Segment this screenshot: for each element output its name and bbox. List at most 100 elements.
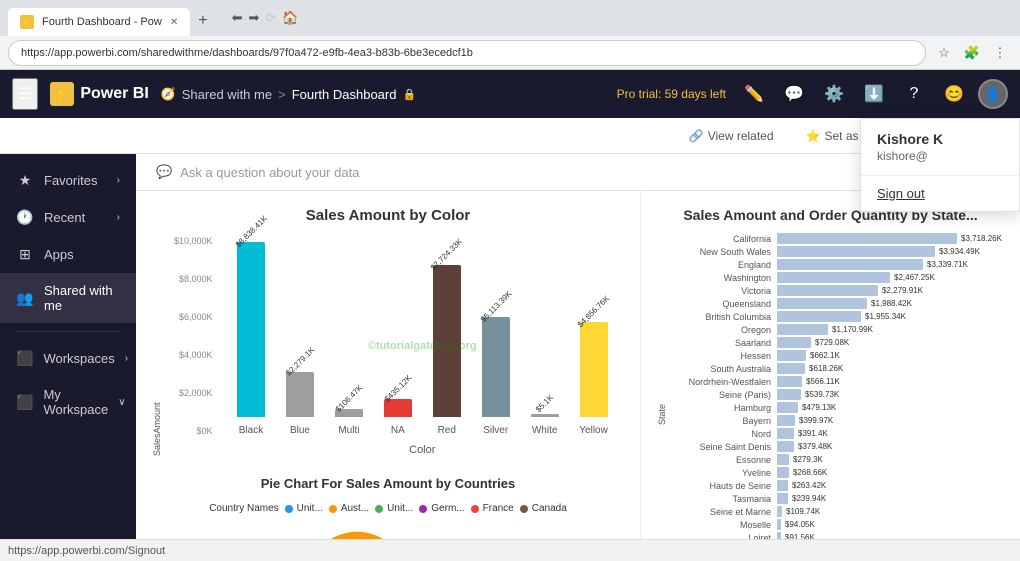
breadcrumb-parent-link[interactable]: Shared with me (182, 87, 272, 102)
sign-out-link[interactable]: Sign out (861, 176, 1019, 211)
hamburger-button[interactable]: ☰ (12, 78, 38, 110)
edit-btn[interactable]: ✏️ (738, 78, 770, 110)
state-value: $391.4K (798, 429, 828, 438)
comment-btn[interactable]: 💬 (778, 78, 810, 110)
pie-chart-svg (288, 522, 428, 539)
state-row: Saarland $729.08K (671, 337, 1004, 348)
state-row: Nord $391.4K (671, 428, 1004, 439)
state-bar-container: $379.48K (777, 441, 1004, 452)
state-value: $239.94K (792, 494, 826, 503)
state-value: $1,170.99K (832, 325, 873, 334)
state-bar-container: $1,988.42K (777, 298, 1004, 309)
sidebar-item-recent[interactable]: 🕐 Recent › (0, 199, 136, 236)
state-sales-bar (777, 467, 789, 478)
state-sales-bar (777, 519, 781, 530)
state-name: South Australia (671, 364, 771, 374)
ask-placeholder[interactable]: Ask a question about your data (180, 165, 359, 180)
active-tab[interactable]: ⚡ Fourth Dashboard - Pow ✕ (8, 8, 190, 36)
sidebar-item-favorites[interactable]: ★ Favorites › (0, 162, 136, 199)
state-bar-container: $399.97K (777, 415, 1004, 426)
state-row: Yveline $268.66K (671, 467, 1004, 478)
pie-area: Canada $1.98M France $2.64M Germany $2.8… (152, 522, 624, 539)
state-value: $539.73K (805, 390, 839, 399)
myworkspace-icon: ⬛ (16, 394, 33, 411)
state-name: Tasmania (671, 494, 771, 504)
tab-close-icon[interactable]: ✕ (170, 17, 178, 28)
bookmark-btn[interactable]: ☆ (932, 41, 956, 65)
state-value: $479.13K (802, 403, 836, 412)
pie-chart-section: Pie Chart For Sales Amount by Countries … (152, 476, 624, 539)
notifications-btn[interactable]: 😊 (938, 78, 970, 110)
state-row: Hamburg $479.13K (671, 402, 1004, 413)
state-value: $3,718.26K (961, 234, 1002, 243)
x-axis-title: Color (221, 444, 624, 456)
breadcrumb-current: Fourth Dashboard (292, 87, 397, 102)
profile-button[interactable]: 👤 (978, 79, 1008, 109)
state-bar-container: $618.26K (777, 363, 1004, 374)
pie-chart-title: Pie Chart For Sales Amount by Countries (152, 476, 624, 491)
bar-col: $435.12K NA (377, 384, 418, 436)
lock-icon: 🔒 (402, 88, 416, 101)
state-name: Oregon (671, 325, 771, 335)
sidebar-divider (16, 331, 120, 332)
recent-chevron: › (117, 212, 120, 223)
help-btn[interactable]: ? (898, 78, 930, 110)
legend-country-names: Country Names (209, 503, 278, 514)
browser-tabs: ⚡ Fourth Dashboard - Pow ✕ + (8, 0, 216, 36)
bar-rect (531, 414, 559, 417)
bar-rect (580, 322, 608, 417)
logo: ⚡ Power BI (50, 82, 148, 106)
state-row: Essonne $279.3K (671, 454, 1004, 465)
workspaces-chevron: › (125, 353, 128, 364)
bar-rect (286, 372, 314, 417)
bar-label: Yellow (579, 425, 608, 436)
bar-chart: $8,838.41K Black $2,279.1K Blue $106.47K… (221, 236, 624, 436)
browser-nav-actions: ☆ 🧩 ⋮ (932, 41, 1012, 65)
y-axis: $10,000K $8,000K $6,000K $4,000K $2,000K… (170, 236, 217, 436)
settings-btn[interactable]: ⋮ (988, 41, 1012, 65)
state-name: Hamburg (671, 403, 771, 413)
state-bar-container: $3,934.49K (777, 246, 1004, 257)
state-sales-bar (777, 389, 801, 400)
sidebar-item-apps[interactable]: ⊞ Apps (0, 236, 136, 273)
download-btn[interactable]: ⬇️ (858, 78, 890, 110)
bar-rect (433, 265, 461, 417)
state-name: Seine (Paris) (671, 390, 771, 400)
browser-navbar: ☆ 🧩 ⋮ (0, 36, 1020, 70)
dashboard-grid: Sales Amount by Color SalesAmount $10,00… (136, 191, 1020, 539)
state-name: Hauts de Seine (671, 481, 771, 491)
shared-label: Shared with me (44, 283, 120, 313)
state-name: Saarland (671, 338, 771, 348)
sidebar-item-myworkspace[interactable]: ⬛ My Workspace ∨ (0, 377, 136, 427)
state-sales-bar (777, 532, 781, 539)
state-bar-container: $1,170.99K (777, 324, 1004, 335)
new-tab-button[interactable]: + (190, 6, 215, 36)
state-value: $1,988.42K (871, 299, 912, 308)
sidebar-item-workspaces[interactable]: ⬛ Workspaces › (0, 340, 136, 377)
state-value: $2,279.91K (882, 286, 923, 295)
featured-icon: ⭐ (806, 129, 821, 143)
bar-label: White (532, 425, 558, 436)
state-bar-container: $539.73K (777, 389, 1004, 400)
state-row: Bayern $399.97K (671, 415, 1004, 426)
bar-label: Silver (483, 425, 508, 436)
settings-icon-btn[interactable]: ⚙️ (818, 78, 850, 110)
bar-col: $5,113.39K Silver (475, 302, 516, 436)
state-sales-bar (777, 493, 788, 504)
state-sales-bar (777, 259, 923, 270)
view-related-btn[interactable]: 🔗 View related (681, 125, 782, 147)
state-value: $2,467.25K (894, 273, 935, 282)
state-name: Queensland (671, 299, 771, 309)
pie-legend: Country Names Unit... Aust... (152, 503, 624, 514)
breadcrumb-separator: > (278, 87, 286, 102)
legend-unit1: Unit... (285, 503, 323, 514)
sidebar-item-shared[interactable]: 👥 Shared with me (0, 273, 136, 323)
state-sales-bar (777, 298, 867, 309)
state-chart-area: State California $3,718.26K New South Wa… (657, 233, 1004, 539)
address-bar[interactable] (8, 40, 926, 66)
shared-icon: 👥 (16, 290, 34, 307)
state-row: Hauts de Seine $263.42K (671, 480, 1004, 491)
profile-dropdown: Kishore K kishore@ Sign out (860, 118, 1020, 212)
extensions-btn[interactable]: 🧩 (960, 41, 984, 65)
logo-text: Power BI (80, 85, 148, 103)
